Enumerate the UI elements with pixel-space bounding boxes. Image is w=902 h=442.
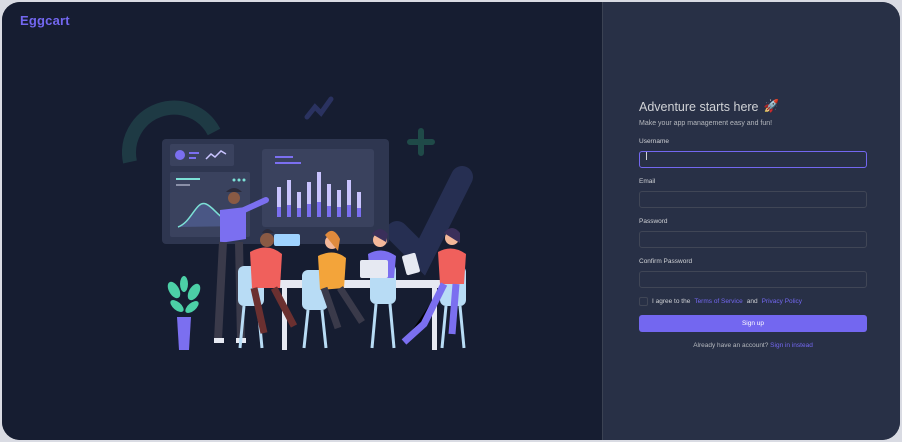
form-title: Adventure starts here <box>639 99 759 114</box>
terms-and: and <box>746 298 758 305</box>
terms-prefix: I agree to the <box>652 298 691 305</box>
rocket-icon: 🚀 <box>763 99 780 113</box>
email-label: Email <box>639 178 656 185</box>
illustration-panel: Eggcart <box>2 2 602 440</box>
confirm-password-input[interactable] <box>639 271 867 288</box>
signup-form: Adventure starts here 🚀 Make your app ma… <box>639 99 867 349</box>
username-input[interactable] <box>639 151 867 168</box>
username-label: Username <box>639 138 669 145</box>
password-label: Password <box>639 218 668 225</box>
terms-of-service-link[interactable]: Terms of Service <box>694 298 742 305</box>
password-input[interactable] <box>639 231 867 248</box>
terms-agreement: I agree to the Terms of Service and Priv… <box>639 297 867 306</box>
app-window: Eggcart Adventure starts here 🚀 Make you… <box>2 2 900 440</box>
privacy-policy-link[interactable]: Privacy Policy <box>762 298 802 305</box>
text-cursor <box>646 152 647 160</box>
username-wrap <box>639 148 867 178</box>
terms-checkbox[interactable] <box>639 297 648 306</box>
team-meeting-illustration <box>122 96 473 350</box>
signin-prompt-text: Already have an account? <box>693 342 769 349</box>
email-input[interactable] <box>639 191 867 208</box>
confirm-password-label: Confirm Password <box>639 258 693 265</box>
form-subtitle: Make your app management easy and fun! <box>639 120 773 127</box>
signin-prompt: Already have an account? Sign in instead <box>639 342 867 349</box>
sign-in-link[interactable]: Sign in instead <box>770 342 813 349</box>
signup-panel: Adventure starts here 🚀 Make your app ma… <box>602 2 900 440</box>
brand-logo[interactable]: Eggcart <box>20 13 70 28</box>
sign-up-button[interactable]: Sign up <box>639 315 867 332</box>
form-title-row: Adventure starts here 🚀 <box>639 99 867 114</box>
